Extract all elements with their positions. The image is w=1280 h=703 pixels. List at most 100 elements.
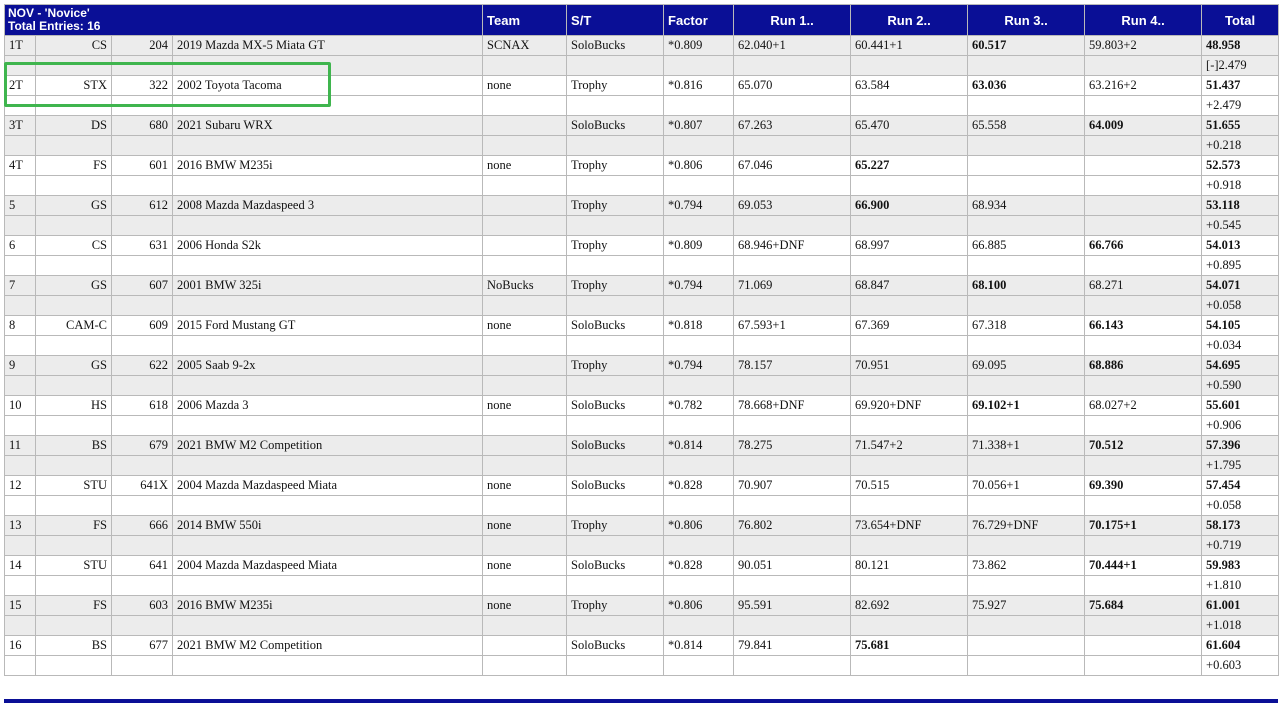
empty-cell bbox=[4, 215, 36, 236]
empty-cell bbox=[482, 535, 568, 556]
column-header-team: Team bbox=[482, 4, 568, 36]
empty-cell bbox=[663, 255, 735, 276]
empty-cell bbox=[35, 175, 112, 196]
entry-row: 12 STU 641X 2004 Mazda Mazdaspeed Miata none… bbox=[4, 475, 1280, 496]
empty-cell bbox=[35, 455, 112, 476]
empty-cell bbox=[850, 535, 969, 556]
empty-cell bbox=[1084, 535, 1203, 556]
run-3-cell: 75.927 bbox=[967, 595, 1086, 616]
total-cell: 54.105 bbox=[1201, 315, 1280, 336]
total-cell: 61.604 bbox=[1201, 635, 1280, 656]
empty-cell bbox=[4, 135, 36, 156]
run-4-cell: 69.390 bbox=[1084, 475, 1203, 496]
position-cell: 4T bbox=[4, 155, 36, 176]
car-number-cell: 609 bbox=[111, 315, 173, 336]
diff-cell: +0.545 bbox=[1201, 215, 1280, 236]
empty-cell bbox=[967, 255, 1086, 276]
car-cell: 2002 Toyota Tacoma bbox=[171, 75, 484, 96]
empty-cell bbox=[566, 175, 665, 196]
class-cell: CS bbox=[35, 235, 112, 256]
car-cell: 2021 BMW M2 Competition bbox=[171, 435, 484, 456]
diff-cell: +0.895 bbox=[1201, 255, 1280, 276]
st-cell: Trophy bbox=[566, 595, 665, 616]
car-number-cell: 622 bbox=[111, 355, 173, 376]
empty-cell bbox=[663, 95, 735, 116]
run-1-cell: 70.907 bbox=[733, 475, 852, 496]
empty-cell bbox=[663, 295, 735, 316]
car-cell: 2004 Mazda Mazdaspeed Miata bbox=[171, 555, 484, 576]
empty-cell bbox=[482, 615, 568, 636]
team-cell: none bbox=[482, 515, 568, 536]
empty-cell bbox=[482, 215, 568, 236]
run-3-cell: 68.100 bbox=[967, 275, 1086, 296]
empty-cell bbox=[171, 575, 484, 596]
empty-cell bbox=[171, 495, 484, 516]
class-cell: CS bbox=[35, 35, 112, 56]
empty-cell bbox=[35, 295, 112, 316]
empty-cell bbox=[850, 295, 969, 316]
team-cell: SCNAX bbox=[482, 35, 568, 56]
car-number-cell: 641 bbox=[111, 555, 173, 576]
empty-cell bbox=[482, 255, 568, 276]
empty-cell bbox=[566, 135, 665, 156]
factor-cell: *0.782 bbox=[663, 395, 735, 416]
st-cell: SoloBucks bbox=[566, 555, 665, 576]
run-4-cell bbox=[1084, 155, 1203, 176]
empty-cell bbox=[111, 215, 173, 236]
factor-cell: *0.806 bbox=[663, 155, 735, 176]
run-2-cell: 65.227 bbox=[850, 155, 969, 176]
empty-cell bbox=[566, 655, 665, 676]
empty-cell bbox=[733, 495, 852, 516]
position-cell: 11 bbox=[4, 435, 36, 456]
empty-cell bbox=[35, 335, 112, 356]
empty-cell bbox=[566, 415, 665, 436]
car-cell: 2015 Ford Mustang GT bbox=[171, 315, 484, 336]
empty-cell bbox=[171, 535, 484, 556]
column-header-total: Total bbox=[1201, 4, 1280, 36]
empty-cell bbox=[566, 215, 665, 236]
entry-row: 16 BS 677 2021 BMW M2 Competition SoloBucks *… bbox=[4, 635, 1280, 656]
diff-cell: +0.906 bbox=[1201, 415, 1280, 436]
empty-cell bbox=[4, 55, 36, 76]
total-cell: 48.958 bbox=[1201, 35, 1280, 56]
run-3-cell: 65.558 bbox=[967, 115, 1086, 136]
run-1-cell: 78.157 bbox=[733, 355, 852, 376]
run-3-cell: 60.517 bbox=[967, 35, 1086, 56]
total-cell: 51.437 bbox=[1201, 75, 1280, 96]
run-1-cell: 71.069 bbox=[733, 275, 852, 296]
class-cell: STU bbox=[35, 555, 112, 576]
run-1-cell: 95.591 bbox=[733, 595, 852, 616]
entry-diff-row: +1.018 bbox=[4, 615, 1280, 636]
entry-diff-row: +2.479 bbox=[4, 95, 1280, 116]
st-cell: Trophy bbox=[566, 275, 665, 296]
empty-cell bbox=[171, 135, 484, 156]
car-cell: 2014 BMW 550i bbox=[171, 515, 484, 536]
empty-cell bbox=[482, 495, 568, 516]
diff-cell: +0.918 bbox=[1201, 175, 1280, 196]
run-4-cell: 63.216+2 bbox=[1084, 75, 1203, 96]
empty-cell bbox=[482, 55, 568, 76]
entry-diff-row: +1.795 bbox=[4, 455, 1280, 476]
diff-cell: +0.719 bbox=[1201, 535, 1280, 556]
factor-cell: *0.794 bbox=[663, 355, 735, 376]
empty-cell bbox=[111, 55, 173, 76]
run-1-cell: 69.053 bbox=[733, 195, 852, 216]
run-4-cell: 75.684 bbox=[1084, 595, 1203, 616]
empty-cell bbox=[482, 295, 568, 316]
empty-cell bbox=[111, 375, 173, 396]
diff-cell: +0.590 bbox=[1201, 375, 1280, 396]
empty-cell bbox=[566, 455, 665, 476]
empty-cell bbox=[663, 215, 735, 236]
empty-cell bbox=[171, 295, 484, 316]
class-cell: CAM-C bbox=[35, 315, 112, 336]
empty-cell bbox=[663, 495, 735, 516]
results-body: 1T CS 204 2019 Mazda MX-5 Miata GT SCNAX Solo… bbox=[4, 35, 1280, 676]
car-cell: 2001 BMW 325i bbox=[171, 275, 484, 296]
car-number-cell: 641X bbox=[111, 475, 173, 496]
run-1-cell: 68.946+DNF bbox=[733, 235, 852, 256]
empty-cell bbox=[1084, 495, 1203, 516]
empty-cell bbox=[35, 415, 112, 436]
diff-cell: [-]2.479 bbox=[1201, 55, 1280, 76]
empty-cell bbox=[1084, 175, 1203, 196]
empty-cell bbox=[171, 375, 484, 396]
